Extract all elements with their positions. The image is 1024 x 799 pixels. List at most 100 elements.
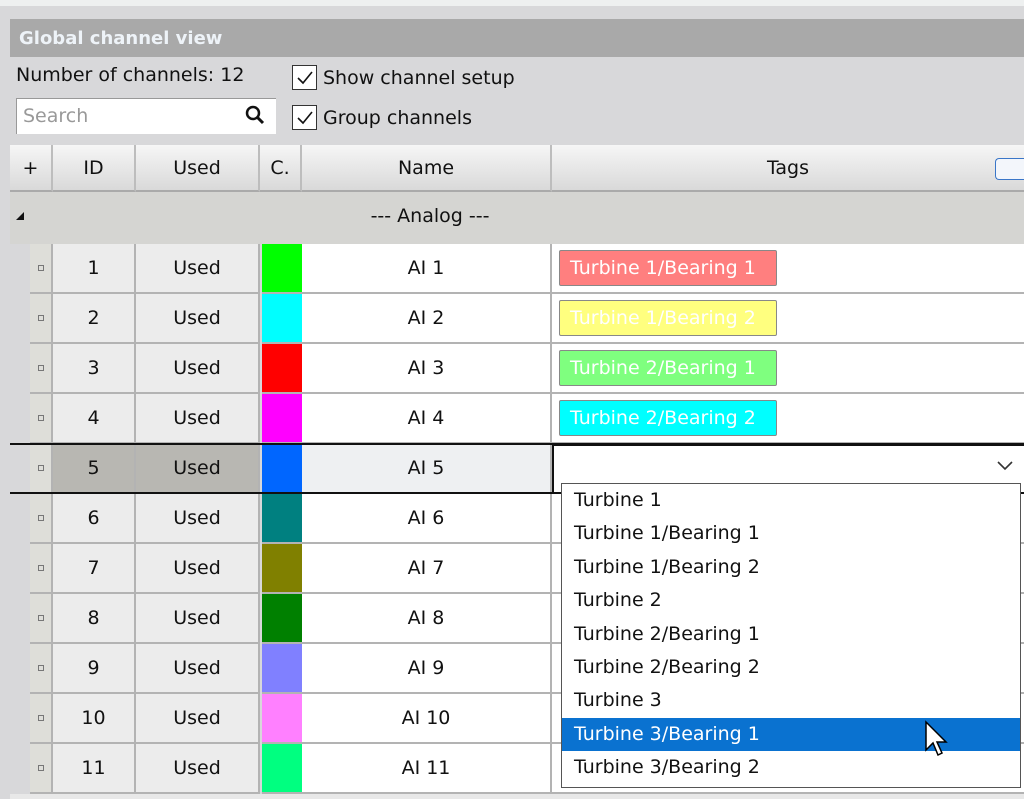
column-header-color[interactable]: C.	[260, 145, 302, 192]
cell-name[interactable]: AI 6	[302, 494, 552, 544]
cell-name[interactable]: AI 2	[302, 294, 552, 344]
row-indicator[interactable]	[30, 644, 53, 694]
row-indicator[interactable]	[30, 244, 53, 294]
dropdown-option[interactable]: Turbine 3	[562, 684, 1020, 717]
dropdown-option[interactable]: Turbine 1/Bearing 1	[562, 517, 1020, 550]
group-label: --- Analog ---	[370, 205, 490, 227]
color-swatch[interactable]	[262, 344, 302, 394]
row-indicator[interactable]	[30, 294, 53, 344]
row-indicator[interactable]	[30, 544, 53, 594]
cell-id: 11	[53, 744, 136, 794]
group-channels-label: Group channels	[323, 106, 472, 129]
chevron-down-icon[interactable]	[996, 460, 1014, 472]
color-swatch[interactable]	[262, 644, 302, 694]
cell-id: 5	[53, 444, 136, 494]
column-header-tags[interactable]: Tags	[552, 145, 1024, 192]
dropdown-option[interactable]: Turbine 2/Bearing 2	[562, 651, 1020, 684]
dropdown-option[interactable]: Turbine 3/Bearing 2	[562, 751, 1020, 784]
cell-tags[interactable]: Turbine 1/Bearing 1	[552, 244, 1024, 294]
cell-name[interactable]: AI 9	[302, 644, 552, 694]
row-indicator[interactable]	[30, 344, 53, 394]
cell-id: 9	[53, 644, 136, 694]
cell-tags[interactable]: Turbine 2/Bearing 2	[552, 394, 1024, 444]
group-row-analog[interactable]: --- Analog ---	[10, 192, 1024, 244]
color-swatch[interactable]	[262, 694, 302, 744]
cell-id: 3	[53, 344, 136, 394]
row-indicator[interactable]	[30, 494, 53, 544]
cell-used[interactable]: Used	[136, 494, 260, 544]
table-row[interactable]: 1 Used AI 1 Turbine 1/Bearing 1	[30, 244, 1024, 294]
group-channels-checkbox[interactable]: Group channels	[292, 105, 472, 130]
search-placeholder: Search	[23, 105, 89, 127]
row-indicator[interactable]	[30, 394, 53, 444]
cell-name[interactable]: AI 3	[302, 344, 552, 394]
row-indicator[interactable]	[30, 594, 53, 644]
row-indicator[interactable]	[30, 694, 53, 744]
color-swatch[interactable]	[262, 444, 302, 494]
cell-id: 4	[53, 394, 136, 444]
bottom-strip	[10, 794, 1024, 799]
table-row[interactable]: 2 Used AI 2 Turbine 1/Bearing 2	[30, 294, 1024, 344]
show-channel-setup-checkbox[interactable]: Show channel setup	[292, 65, 515, 90]
dropdown-option[interactable]: Turbine 1/Bearing 2	[562, 551, 1020, 584]
tag-dropdown-list[interactable]: Turbine 1 Turbine 1/Bearing 1 Turbine 1/Be…	[561, 483, 1021, 788]
color-swatch[interactable]	[262, 594, 302, 644]
cell-id: 8	[53, 594, 136, 644]
show-channel-setup-label: Show channel setup	[323, 66, 515, 89]
tag-chip[interactable]: Turbine 2/Bearing 2	[559, 400, 777, 436]
cell-id: 1	[53, 244, 136, 294]
dropdown-option[interactable]: Turbine 2/Bearing 1	[562, 618, 1020, 651]
cell-name[interactable]: AI 8	[302, 594, 552, 644]
cell-name[interactable]: AI 11	[302, 744, 552, 794]
color-swatch[interactable]	[262, 294, 302, 344]
checkmark-icon	[292, 105, 317, 130]
dropdown-option[interactable]: Turbine 3/Bearing 1	[562, 717, 1020, 752]
add-column-button[interactable]: +	[10, 145, 53, 192]
cell-name[interactable]: AI 10	[302, 694, 552, 744]
search-input[interactable]: Search	[16, 98, 276, 134]
channel-count: Number of channels: 12	[16, 64, 245, 86]
search-icon[interactable]	[244, 104, 266, 126]
row-indicator[interactable]	[30, 444, 53, 494]
color-swatch[interactable]	[262, 544, 302, 594]
cell-used[interactable]: Used	[136, 694, 260, 744]
cell-used[interactable]: Used	[136, 544, 260, 594]
cell-used[interactable]: Used	[136, 444, 260, 494]
cell-name[interactable]: AI 7	[302, 544, 552, 594]
cell-name[interactable]: AI 4	[302, 394, 552, 444]
dropdown-option[interactable]: Turbine 1	[562, 484, 1020, 517]
top-strip	[0, 0, 1024, 6]
table-row[interactable]: 3 Used AI 3 Turbine 2/Bearing 1	[30, 344, 1024, 394]
cell-used[interactable]: Used	[136, 294, 260, 344]
cell-used[interactable]: Used	[136, 344, 260, 394]
color-swatch[interactable]	[262, 394, 302, 444]
cell-id: 10	[53, 694, 136, 744]
cell-used[interactable]: Used	[136, 394, 260, 444]
color-swatch[interactable]	[262, 494, 302, 544]
column-header-used[interactable]: Used	[136, 145, 260, 192]
cell-used[interactable]: Used	[136, 644, 260, 694]
cell-used[interactable]: Used	[136, 594, 260, 644]
cell-name[interactable]: AI 5	[302, 444, 552, 494]
cell-used[interactable]: Used	[136, 744, 260, 794]
cell-tags[interactable]: Turbine 2/Bearing 1	[552, 344, 1024, 394]
color-swatch[interactable]	[262, 744, 302, 794]
checkmark-icon	[292, 65, 317, 90]
cell-name[interactable]: AI 1	[302, 244, 552, 294]
column-header-name[interactable]: Name	[302, 145, 552, 192]
mouse-cursor-icon	[925, 720, 948, 757]
tag-chip[interactable]: Turbine 1/Bearing 1	[559, 250, 777, 286]
cell-id: 7	[53, 544, 136, 594]
row-indicator[interactable]	[30, 744, 53, 794]
tag-chip[interactable]: Turbine 1/Bearing 2	[559, 300, 777, 336]
column-header-id[interactable]: ID	[53, 145, 136, 192]
cell-used[interactable]: Used	[136, 244, 260, 294]
cell-tags[interactable]: Turbine 1/Bearing 2	[552, 294, 1024, 344]
dropdown-option[interactable]: Turbine 2	[562, 584, 1020, 617]
tag-chip[interactable]: Turbine 2/Bearing 1	[559, 350, 777, 386]
color-swatch[interactable]	[262, 244, 302, 294]
column-chooser-icon[interactable]	[995, 158, 1024, 180]
cell-id: 6	[53, 494, 136, 544]
table-row[interactable]: 4 Used AI 4 Turbine 2/Bearing 2	[30, 394, 1024, 444]
cell-id: 2	[53, 294, 136, 344]
